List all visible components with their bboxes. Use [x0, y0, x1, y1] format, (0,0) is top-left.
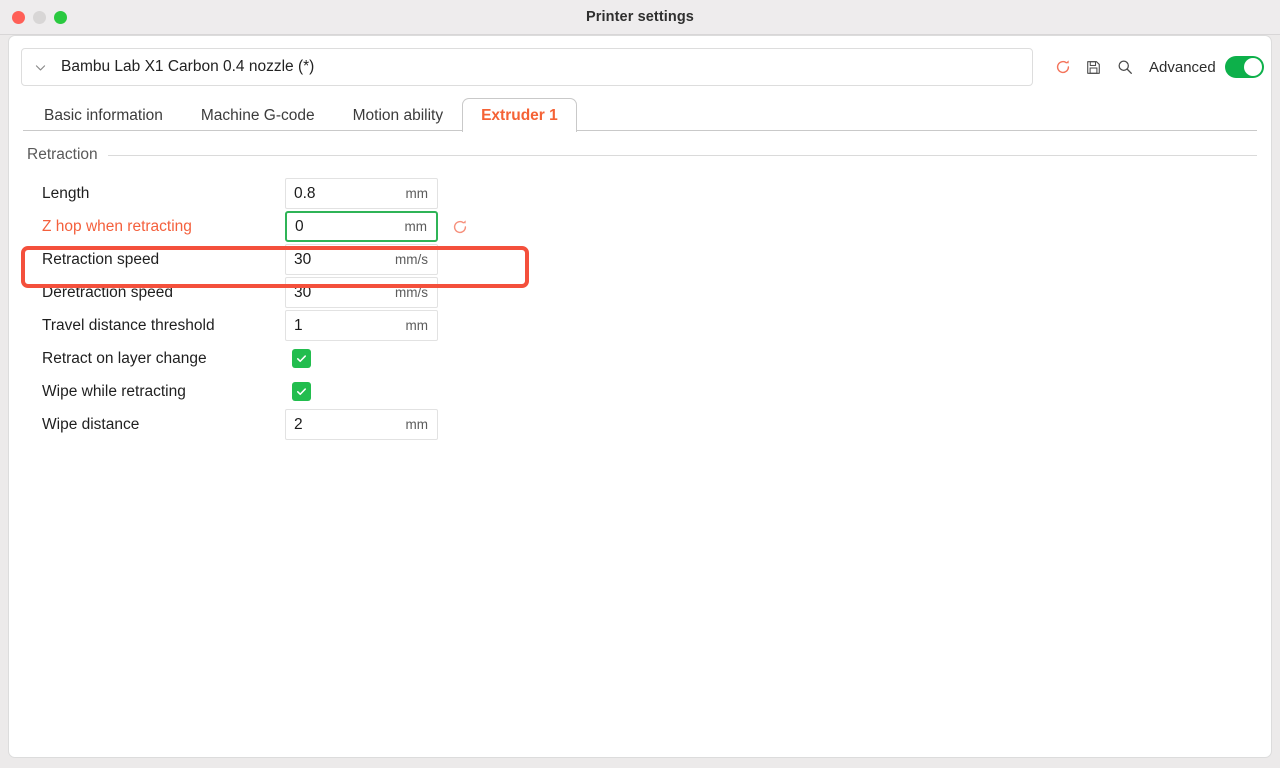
maximize-window-button[interactable]: [54, 10, 67, 24]
chevron-down-icon: [34, 61, 47, 74]
tab-motion-ability[interactable]: Motion ability: [334, 99, 462, 131]
tab-label: Extruder 1: [481, 107, 558, 124]
wipe-while-retracting-checkbox[interactable]: [292, 382, 311, 401]
preset-toolbar: Advanced: [1033, 52, 1264, 83]
setting-label: Deretraction speed: [42, 283, 173, 301]
setting-row-retract-on-layer-change: Retract on layer change: [27, 342, 1257, 375]
setting-unit: mm/s: [395, 252, 428, 267]
tab-bar: Basic information Machine G-code Motion …: [9, 98, 1271, 132]
setting-label: Wipe distance: [42, 415, 140, 433]
setting-value[interactable]: 30: [294, 284, 389, 302]
checkmark-icon: [296, 388, 307, 396]
save-floppy-icon[interactable]: [1078, 52, 1109, 83]
setting-label: Travel distance threshold: [42, 316, 215, 334]
preset-row: Bambu Lab X1 Carbon 0.4 nozzle (*) Advan…: [9, 36, 1271, 86]
setting-row-travel-distance-threshold: Travel distance threshold 1 mm: [27, 309, 1257, 342]
setting-value[interactable]: 0.8: [294, 185, 400, 203]
setting-unit: mm/s: [395, 285, 428, 300]
preset-select[interactable]: Bambu Lab X1 Carbon 0.4 nozzle (*): [21, 48, 1033, 86]
close-window-button[interactable]: [12, 10, 25, 24]
setting-value[interactable]: 30: [294, 251, 389, 269]
wipe-distance-input[interactable]: 2 mm: [285, 409, 438, 440]
settings-panel: Bambu Lab X1 Carbon 0.4 nozzle (*) Advan…: [8, 35, 1272, 758]
tab-machine-gcode[interactable]: Machine G-code: [182, 99, 334, 131]
length-input[interactable]: 0.8 mm: [285, 178, 438, 209]
window-traffic-lights: [0, 10, 67, 24]
setting-label: Retract on layer change: [42, 349, 207, 367]
settings-rows: Length 0.8 mm Z hop when retracting 0 mm: [27, 177, 1257, 441]
setting-unit: mm: [405, 318, 429, 333]
search-magnifier-icon[interactable]: [1109, 52, 1140, 83]
setting-value[interactable]: 2: [294, 416, 400, 434]
setting-row-deretraction-speed: Deretraction speed 30 mm/s: [27, 276, 1257, 309]
tab-label: Machine G-code: [200, 107, 315, 124]
checkmark-icon: [296, 355, 307, 363]
setting-row-wipe-distance: Wipe distance 2 mm: [27, 408, 1257, 441]
reset-circular-arrow-icon[interactable]: [1047, 52, 1078, 83]
z-hop-when-retracting-input[interactable]: 0 mm: [285, 211, 438, 242]
minimize-window-button[interactable]: [33, 10, 46, 24]
setting-unit: mm: [404, 219, 428, 234]
window-body: Bambu Lab X1 Carbon 0.4 nozzle (*) Advan…: [0, 35, 1280, 768]
advanced-label: Advanced: [1149, 58, 1216, 76]
setting-row-z-hop-when-retracting: Z hop when retracting 0 mm: [27, 210, 1257, 243]
setting-row-length: Length 0.8 mm: [27, 177, 1257, 210]
setting-unit: mm: [405, 417, 429, 432]
setting-unit: mm: [405, 186, 429, 201]
retraction-speed-input[interactable]: 30 mm/s: [285, 244, 438, 275]
setting-value[interactable]: 1: [294, 317, 400, 335]
window-title: Printer settings: [586, 9, 694, 25]
preset-name: Bambu Lab X1 Carbon 0.4 nozzle (*): [61, 58, 315, 75]
setting-label: Length: [42, 184, 90, 202]
setting-label: Z hop when retracting: [42, 217, 192, 235]
tab-list: Basic information Machine G-code Motion …: [9, 98, 1271, 132]
retraction-section: Retraction Length 0.8 mm Z hop when retr…: [9, 131, 1271, 441]
setting-row-wipe-while-retracting: Wipe while retracting: [27, 375, 1257, 408]
deretraction-speed-input[interactable]: 30 mm/s: [285, 277, 438, 308]
tab-extruder-1[interactable]: Extruder 1: [462, 98, 577, 132]
tab-label: Basic information: [44, 107, 163, 124]
section-title: Retraction: [27, 146, 98, 163]
setting-row-retraction-speed: Retraction speed 30 mm/s: [27, 243, 1257, 276]
section-divider: [107, 154, 1257, 156]
section-header: Retraction: [27, 146, 1257, 164]
reset-circular-arrow-icon[interactable]: [443, 218, 477, 236]
advanced-toggle-knob: [1243, 58, 1262, 76]
setting-value[interactable]: 0: [295, 218, 399, 236]
tab-basic-information[interactable]: Basic information: [25, 99, 182, 131]
window-titlebar: Printer settings: [0, 0, 1280, 35]
travel-distance-threshold-input[interactable]: 1 mm: [285, 310, 438, 341]
setting-label: Retraction speed: [42, 250, 160, 268]
printer-settings-window: Printer settings Bambu Lab X1 Carbon 0.4…: [0, 0, 1280, 768]
retract-on-layer-change-checkbox[interactable]: [292, 349, 311, 368]
setting-label: Wipe while retracting: [42, 382, 186, 400]
tab-label: Motion ability: [352, 107, 444, 124]
advanced-toggle[interactable]: [1224, 56, 1264, 78]
